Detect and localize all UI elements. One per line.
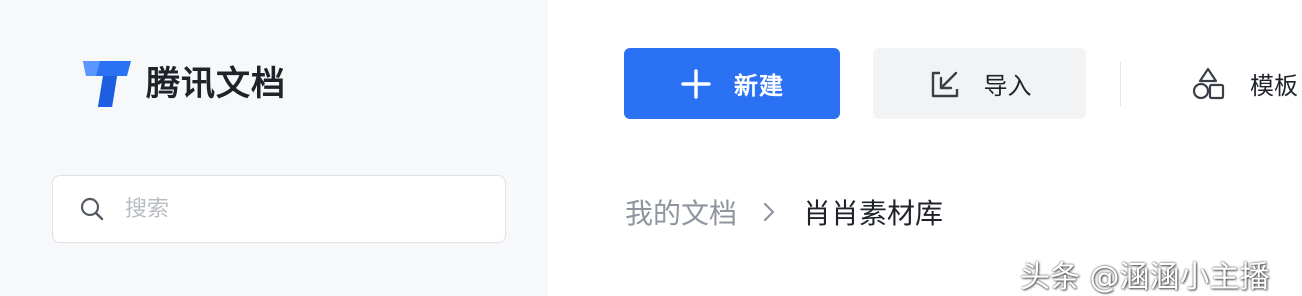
tencent-docs-logo-icon bbox=[83, 61, 131, 107]
search-input[interactable] bbox=[123, 195, 487, 223]
chevron-right-icon bbox=[763, 202, 775, 222]
template-shapes-icon bbox=[1192, 67, 1225, 99]
import-button[interactable]: 导入 bbox=[873, 48, 1086, 119]
search-icon bbox=[80, 197, 104, 221]
search-box[interactable] bbox=[52, 175, 506, 243]
breadcrumb-root[interactable]: 我的文档 bbox=[625, 192, 737, 232]
import-icon bbox=[931, 71, 958, 97]
template-button[interactable]: 模板 bbox=[1190, 48, 1298, 119]
new-button[interactable]: 新建 bbox=[624, 48, 840, 119]
plus-icon bbox=[681, 68, 711, 99]
import-button-label: 导入 bbox=[983, 72, 1032, 100]
new-button-label: 新建 bbox=[734, 72, 784, 100]
template-button-label: 模板 bbox=[1250, 72, 1298, 100]
sidebar: 腾讯文档 bbox=[0, 0, 548, 296]
app-name: 腾讯文档 bbox=[146, 64, 286, 104]
app-window: 腾讯文档 新建 导入 模板 bbox=[0, 0, 1302, 296]
app-logo[interactable]: 腾讯文档 bbox=[80, 58, 286, 110]
watermark-text: 头条 @涵涵小主播 bbox=[1020, 260, 1270, 295]
breadcrumb: 我的文档 肖肖素材库 bbox=[625, 190, 943, 234]
breadcrumb-current: 肖肖素材库 bbox=[803, 197, 944, 230]
toolbar-divider bbox=[1120, 62, 1121, 106]
